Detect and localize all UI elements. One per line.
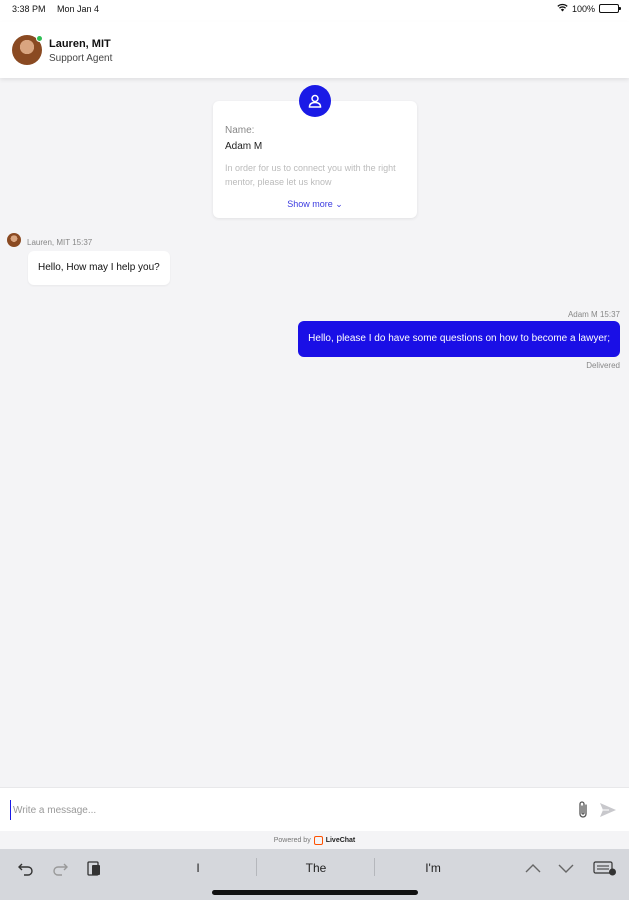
message-time: 15:37 <box>72 238 93 247</box>
user-icon <box>299 85 331 117</box>
form-description: In order for us to connect you with the … <box>225 163 396 187</box>
status-bar: 3:38 PM Mon Jan 4 100% <box>0 0 629 22</box>
message-sender: Adam M <box>567 310 598 319</box>
status-date: Mon Jan 4 <box>57 4 100 14</box>
undo-icon[interactable] <box>15 857 37 879</box>
redo-icon[interactable] <box>49 857 71 879</box>
chevron-down-icon[interactable] <box>555 857 577 879</box>
wifi-icon <box>557 3 568 14</box>
suggestion-2[interactable]: The <box>257 858 375 878</box>
chevron-up-icon[interactable] <box>522 857 544 879</box>
agent-message-meta: Lauren, MIT 15:37 <box>27 238 92 247</box>
suggestion-1[interactable]: I <box>139 858 257 878</box>
livechat-brand[interactable]: LiveChat <box>326 837 356 844</box>
home-indicator[interactable] <box>212 890 418 895</box>
send-icon[interactable] <box>598 800 618 820</box>
user-message-meta: Adam M 15:37 <box>568 310 620 319</box>
online-status-icon <box>36 35 43 42</box>
chat-header: Lauren, MIT Support Agent <box>0 22 629 78</box>
status-right: 100% <box>557 3 621 14</box>
form-field-label: Name: <box>225 125 255 136</box>
status-time: 3:38 PM <box>12 4 46 14</box>
prechat-form-card: Name: Adam M In order for us to connect … <box>213 101 417 218</box>
livechat-logo-icon <box>313 835 323 845</box>
agent-role: Support Agent <box>49 53 113 64</box>
paste-icon[interactable] <box>83 857 105 879</box>
message-time: 15:37 <box>599 310 620 319</box>
agent-message-bubble: Hello, How may I help you? <box>28 251 170 285</box>
keyboard-dismiss-icon[interactable] <box>592 857 618 879</box>
user-message-bubble: Hello, please I do have some questions o… <box>298 321 620 357</box>
paperclip-icon[interactable] <box>575 800 591 820</box>
message-input[interactable] <box>10 800 550 820</box>
form-field-value: Adam M <box>225 141 263 152</box>
show-more-link[interactable]: Show more ⌄ <box>213 199 417 210</box>
suggestion-3[interactable]: I'm <box>374 858 492 878</box>
powered-by: Powered by LiveChat <box>0 831 629 849</box>
agent-avatar-small <box>7 233 21 247</box>
battery-percent: 100% <box>571 3 595 14</box>
agent-name: Lauren, MIT <box>49 38 111 50</box>
delivery-status: Delivered <box>586 361 620 370</box>
battery-icon <box>599 4 621 13</box>
message-composer <box>0 787 629 831</box>
powered-by-label: Powered by <box>273 836 311 844</box>
message-sender: Lauren, MIT <box>27 238 70 247</box>
